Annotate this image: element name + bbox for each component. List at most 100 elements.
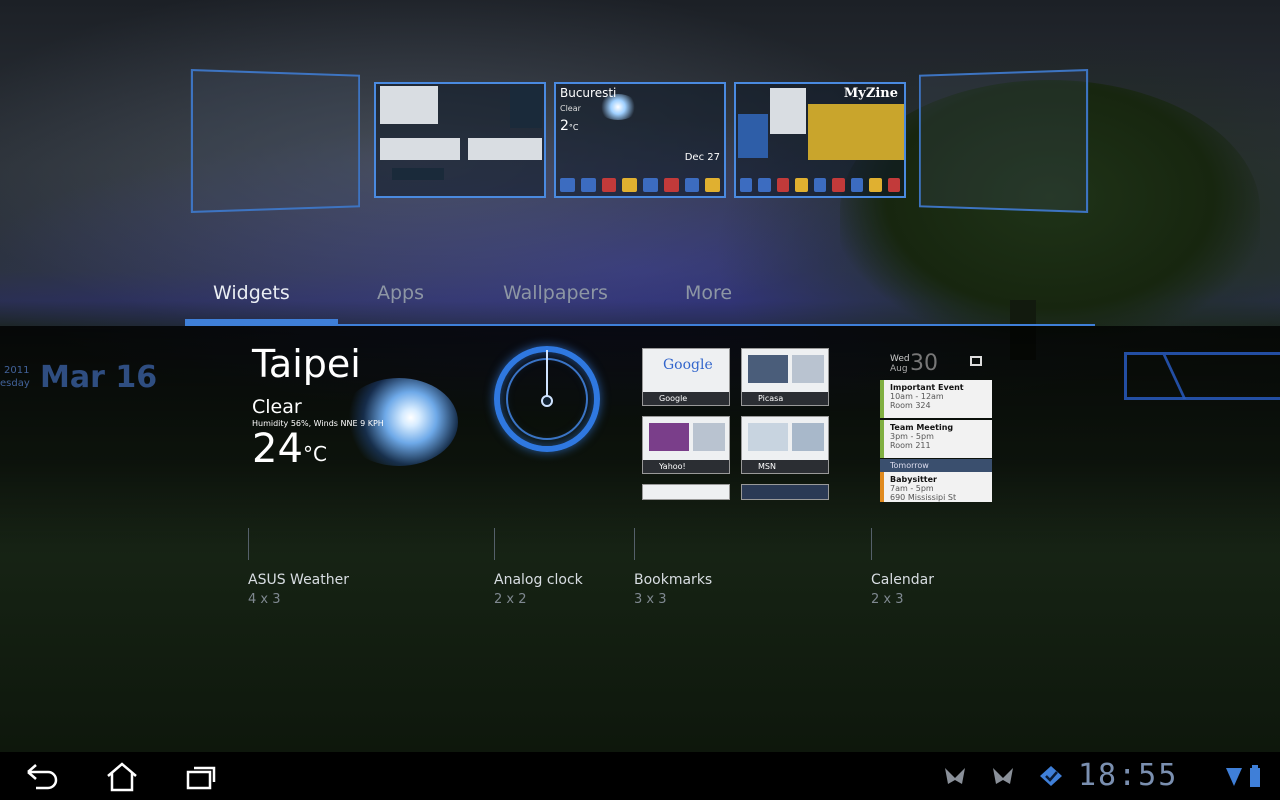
home-screen-thumb-5[interactable] [918,68,1089,214]
event-place: Room 324 [890,401,931,410]
preview-app-row [740,178,900,192]
background-clock-weekday: esday [0,378,30,389]
bookmark-thumbnail [693,423,725,451]
label-tick [871,528,872,560]
widget-name: ASUS Weather [248,572,349,588]
calendar-event[interactable]: Team Meeting 3pm - 5pm Room 211 [880,420,992,458]
widget-name: Analog clock [494,572,583,588]
notification-icon[interactable] [990,764,1016,788]
calendar-month: Aug [890,364,908,374]
clock-center [541,395,553,407]
background-clock-date: Mar 16 [40,360,158,395]
preview-city: Bucuresti [560,86,617,100]
bookmark-thumbnail [748,423,788,451]
label-tick [494,528,495,560]
bookmarks-widget[interactable]: Google Google Picasa Yahoo! MSN [642,340,832,500]
widget-size: 4 x 3 [248,592,281,607]
bookmark-partial[interactable] [642,484,730,500]
sync-icon[interactable] [1038,764,1064,788]
home-screen-thumb-3[interactable]: Bucuresti Clear 2°C Dec 27 [554,82,726,198]
preview-app-row [560,178,720,192]
home-screen-thumb-1[interactable] [190,68,361,214]
widget-panel-background [0,326,1280,556]
background-clock-year: 2011 [4,365,30,376]
asus-weather-widget[interactable]: Taipei Clear Humidity 56%, Winds NNE 9 K… [248,340,468,480]
calendar-event[interactable]: Babysitter 7am - 5pm 690 Mississipi St [880,472,992,502]
mini-widget [380,138,460,160]
home-button[interactable] [88,752,152,800]
widget-size: 2 x 3 [871,592,904,607]
tab-more[interactable]: More [685,274,732,320]
widget-name: Bookmarks [634,572,713,588]
bookmark-google[interactable]: Google Google [642,348,730,406]
widget-size: 3 x 3 [634,592,667,607]
bookmark-partial[interactable] [741,484,829,500]
calendar-widget[interactable]: Wed Aug 30 Important Event 10am - 12am R… [880,340,992,502]
recent-apps-button[interactable] [168,752,232,800]
calendar-day-number: 30 [910,351,938,376]
bookmark-label: Yahoo! [643,460,729,473]
bookmark-picasa[interactable]: Picasa [741,348,829,406]
back-button[interactable] [8,752,72,800]
event-time: 3pm - 5pm [890,432,934,441]
mini-widget [770,88,806,134]
event-title: Babysitter [890,475,937,484]
tab-divider [185,324,1095,326]
bookmark-label: Google [643,392,729,405]
widget-size: 2 x 2 [494,592,527,607]
background-widget-frame [1124,352,1280,400]
signal-icon[interactable] [1224,764,1250,788]
system-bar: 18:55 [0,752,1280,800]
weather-temperature: 24 [252,426,303,472]
preview-date: Dec 27 [684,152,720,163]
bookmark-yahoo[interactable]: Yahoo! [642,416,730,474]
tab-wallpapers[interactable]: Wallpapers [503,274,608,320]
preview-news-logo: MyZine [843,86,898,101]
battery-icon[interactable] [1248,764,1264,788]
back-icon [27,764,58,790]
bookmark-label: MSN [742,460,828,473]
preview-condition: Clear [560,104,581,113]
bookmark-label: Picasa [742,392,828,405]
mini-widget [380,86,438,124]
calendar-tomorrow-divider: Tomorrow [880,459,992,472]
home-screen-thumb-4[interactable]: MyZine [734,82,906,198]
google-logo: Google [663,357,713,373]
home-screen-thumb-2[interactable] [374,82,546,198]
recent-apps-icon [186,766,216,790]
label-tick [248,528,249,560]
event-time: 10am - 12am [890,392,944,401]
tab-bar: Widgets Apps Wallpapers More [185,274,1095,326]
event-title: Team Meeting [890,423,954,432]
notification-icon[interactable] [942,764,968,788]
event-time: 7am - 5pm [890,484,934,493]
widget-name: Calendar [871,572,934,588]
status-clock[interactable]: 18:55 [1078,758,1178,793]
mini-widget [510,86,542,128]
calendar-event[interactable]: Important Event 10am - 12am Room 324 [880,380,992,418]
mini-widget [808,104,904,160]
weather-unit: °C [303,442,327,466]
event-title: Important Event [890,383,964,392]
event-place: 690 Mississipi St [890,493,957,502]
event-place: Room 211 [890,441,931,450]
label-tick [634,528,635,560]
calendar-add-icon[interactable] [970,356,982,366]
calendar-weekday: Wed [890,354,910,364]
clock-hand [546,350,548,400]
bookmark-thumbnail [649,423,689,451]
tab-widgets[interactable]: Widgets [213,274,290,320]
mini-widget [468,138,542,160]
bookmark-msn[interactable]: MSN [741,416,829,474]
bookmark-thumbnail [792,355,824,383]
home-icon [107,762,137,792]
bookmark-thumbnail [748,355,788,383]
bookmark-thumbnail [792,423,824,451]
weather-city: Taipei [252,342,361,386]
analog-clock-widget[interactable] [494,340,602,452]
mini-widget [738,114,768,158]
mini-widget [392,168,444,180]
weather-condition: Clear [252,396,302,418]
tab-apps[interactable]: Apps [377,274,424,320]
preview-temp: 2°C [560,118,579,134]
